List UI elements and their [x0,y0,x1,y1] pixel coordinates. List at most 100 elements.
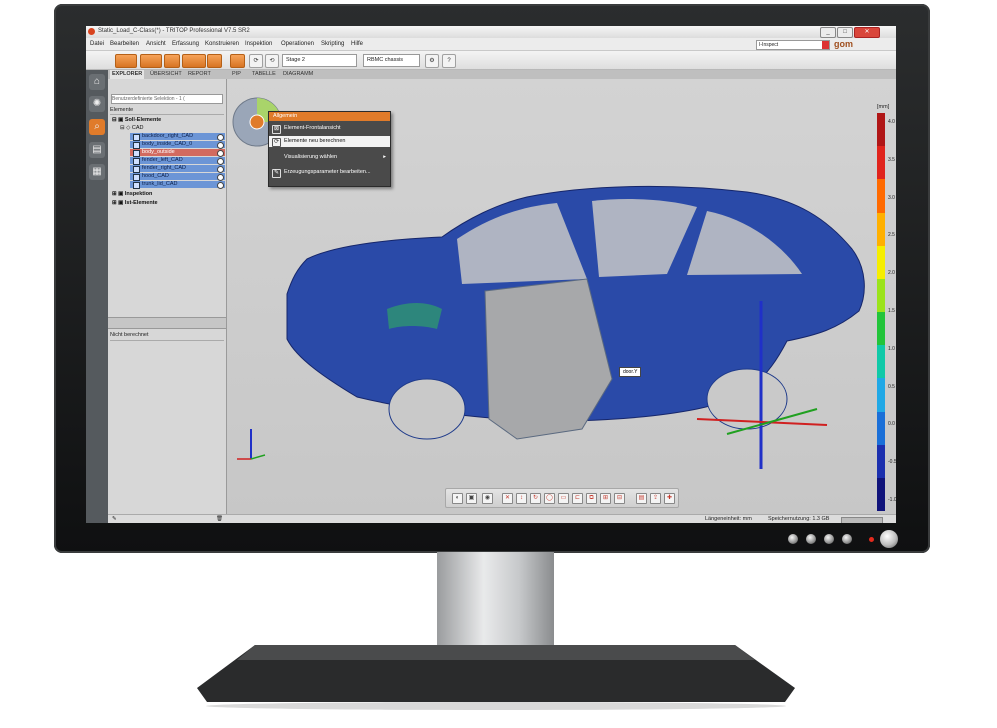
menu-item-frontal-view[interactable]: ⊠ Element-Frontalansicht [269,123,390,134]
view-section-icon[interactable]: ⊟ [614,493,625,504]
acquire-button[interactable] [115,54,137,68]
tree-ist-elemente[interactable]: ⊞ ▣ Ist-Elemente [112,200,158,206]
color-scale-segment [877,245,885,280]
bezel-button-2[interactable] [806,534,816,544]
tab-report[interactable]: REPORT [186,70,213,79]
recalculate-icon[interactable]: ⟲ [265,54,279,68]
view-front-icon[interactable]: ◯ [544,493,555,504]
3d-viewport[interactable]: Allgemein ⊠ Element-Frontalansicht ⟳ Eleme… [227,79,896,514]
export-icon[interactable]: ⇪ [650,493,661,504]
sensor-icon[interactable]: ✺ [89,96,105,112]
menu-bearbeiten[interactable]: Bearbeiten [110,41,139,47]
menu-operationen[interactable]: Operationen [281,41,314,47]
checkbox-icon[interactable] [133,142,140,149]
menu-hilfe[interactable]: Hilfe [351,41,363,47]
application-screen: Static_Load_C-Class(*) - TRITOP Professi… [86,26,896,523]
refresh-icon[interactable]: ⟳ [249,54,263,68]
camera-icon[interactable] [230,54,245,68]
checkbox-icon[interactable] [133,182,140,189]
checkbox-icon[interactable] [133,174,140,181]
menu-ansicht[interactable]: Ansicht [146,41,166,47]
visibility-icon[interactable] [217,142,224,149]
menu-skripting[interactable]: Skripting [321,41,344,47]
minimize-button[interactable]: _ [820,27,836,38]
color-scale-segment [877,113,885,147]
tab-tabelle[interactable]: TABELLE [250,70,278,79]
stage-select[interactable]: Stage 2 [282,54,357,67]
menu-item-edit-parameters[interactable]: ✎ Erzeugungsparameter bearbeiten... [269,167,390,178]
checkbox-icon[interactable] [133,166,140,173]
search-icon[interactable] [207,54,222,68]
cad-item-body-inside[interactable]: body_inside_CAD_0 [130,141,225,149]
cad-item-fender-left[interactable]: fender_left_CAD [130,157,225,165]
view-rotate-icon[interactable]: ↻ [530,493,541,504]
report-button[interactable] [182,54,206,68]
checkbox-icon[interactable] [133,134,140,141]
visibility-icon[interactable] [217,134,224,141]
help-button[interactable]: ? [442,54,456,68]
view-reset-icon[interactable]: ◐ [452,493,463,504]
menu-inspektion[interactable]: Inspektion [245,41,272,47]
checkbox-icon[interactable] [133,158,140,165]
cad-item-trunk-lid[interactable]: trunk_lid_CAD [130,181,225,189]
cad-item-label: body_inside_CAD_0 [142,141,193,147]
color-scale-segment [877,411,885,446]
power-button[interactable] [880,530,898,548]
construct-button[interactable] [140,54,162,68]
tab-explorer[interactable]: EXPLORER [110,70,145,79]
view-top-icon[interactable]: ▭ [558,493,569,504]
element-label-door-y[interactable]: door.Y [619,367,642,377]
print-icon[interactable]: ▣ [466,493,477,504]
screenshot-icon[interactable]: ▤ [636,493,647,504]
label-icon[interactable]: ✚ [664,493,675,504]
bezel-button-3[interactable] [824,534,834,544]
edit-icon[interactable]: ✎ [112,516,117,522]
panel-splitter[interactable] [108,317,226,329]
visibility-toggle-icon[interactable]: ◉ [482,493,493,504]
tab-diagramm[interactable]: DIAGRAMM [281,70,315,79]
trash-icon[interactable]: 🗑 [216,516,223,522]
close-button[interactable]: ✕ [854,27,880,38]
visibility-icon[interactable] [217,174,224,181]
measure-button[interactable] [164,54,180,68]
alignment-select[interactable]: RBMC chassis [363,54,420,67]
bezel-button-1[interactable] [788,534,798,544]
tree-soll-elemente[interactable]: ⊟ ▣ Soll-Elemente [112,117,161,123]
cad-item-hood[interactable]: hood_CAD [130,173,225,181]
view-y-icon[interactable]: ↕ [516,493,527,504]
bezel-button-4[interactable] [842,534,852,544]
inspect-icon[interactable]: ⌕ [89,119,105,135]
cad-item-fender-right[interactable]: fender_right_CAD [130,165,225,173]
menu-erfassung[interactable]: Erfassung [172,41,199,47]
workspace-rail: ⌂ ✺ ⌕ ▤ ▦ [86,70,108,523]
visibility-icon[interactable] [217,150,224,157]
settings-icon[interactable]: ⚙ [425,54,439,68]
view-x-icon[interactable]: ✕ [502,493,513,504]
view-fit-icon[interactable]: ⊞ [600,493,611,504]
menu-item-visualization[interactable]: Visualisierung wählen ▸ [269,152,390,163]
home-icon[interactable]: ⌂ [89,74,105,90]
tab-uebersicht[interactable]: ÜBERSICHT [148,70,184,79]
tree-cad[interactable]: ⊟ ◇ CAD [120,125,144,131]
tab-pip[interactable]: PIP [230,70,243,79]
frontal-view-icon: ⊠ [272,125,281,134]
visibility-icon[interactable] [217,166,224,173]
cad-item-label: backdoor_right_CAD [142,133,194,139]
visibility-icon[interactable] [217,158,224,165]
menu-item-recompute[interactable]: ⟳ Elemente neu berechnen [269,136,390,147]
view-iso-icon[interactable]: ⧉ [586,493,597,504]
selection-search-input[interactable]: Benutzerdefinierte Selektion - 1 ( [111,94,223,104]
tree-inspektion[interactable]: ⊞ ▣ Inspektion [112,191,152,197]
maximize-button[interactable]: □ [837,27,853,38]
cad-item-label: body_outside [142,149,175,155]
cad-item-body-outside[interactable]: body_outside [130,149,225,157]
table-icon[interactable]: ▦ [89,164,105,180]
checkbox-icon[interactable] [133,150,140,157]
cad-item-backdoor-right[interactable]: backdoor_right_CAD [130,133,225,141]
inspect-mode-select[interactable]: I-Inspect [756,40,830,50]
menu-datei[interactable]: Datei [90,41,104,47]
menu-konstruieren[interactable]: Konstruieren [205,41,239,47]
report-icon[interactable]: ▤ [89,142,105,158]
view-side-icon[interactable]: ⊏ [572,493,583,504]
visibility-icon[interactable] [217,182,224,189]
